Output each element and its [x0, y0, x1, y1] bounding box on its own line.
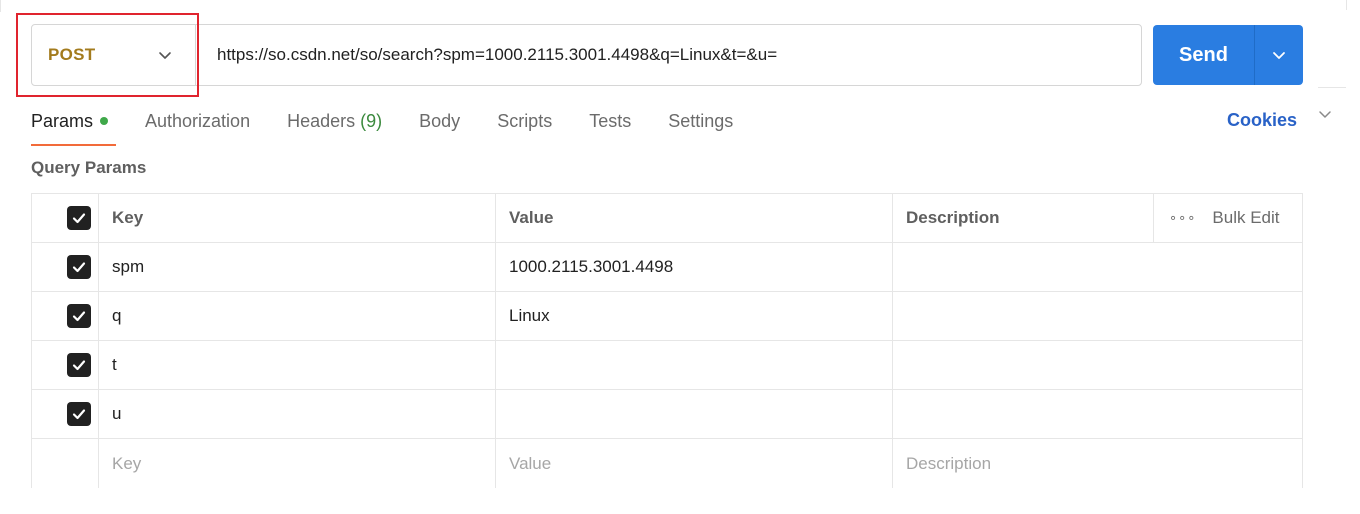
checkmark-icon: [72, 311, 86, 322]
tab-label: Headers: [287, 111, 356, 131]
param-description[interactable]: [893, 292, 1303, 340]
column-header-description: Description: [893, 194, 1154, 242]
new-key-input[interactable]: Key: [99, 439, 496, 488]
headers-count: (9): [360, 111, 383, 131]
params-active-dot-icon: [100, 117, 109, 125]
send-button-group: Send: [1153, 25, 1303, 85]
table-row: q Linux: [32, 292, 1303, 341]
param-value[interactable]: [496, 390, 893, 438]
column-header-key: Key: [99, 194, 496, 242]
request-tabs: Params Authorization Headers (9) Body Sc…: [31, 108, 770, 146]
new-value-input[interactable]: Value: [496, 439, 893, 488]
table-row: u: [32, 390, 1303, 439]
checkmark-icon: [72, 262, 86, 273]
send-button[interactable]: Send: [1153, 25, 1254, 85]
row-check-cell: [32, 390, 99, 438]
section-title: Query Params: [31, 158, 147, 177]
tab-scripts[interactable]: Scripts: [497, 108, 552, 138]
param-description[interactable]: [893, 390, 1303, 438]
param-key[interactable]: spm: [99, 243, 496, 291]
table-row: t: [32, 341, 1303, 390]
tab-authorization[interactable]: Authorization: [145, 108, 250, 138]
method-label: POST: [48, 45, 96, 64]
table-header-row: Key Value Description ∘∘∘ Bulk Edit: [32, 194, 1303, 243]
tab-label: Scripts: [497, 111, 553, 131]
bulk-edit-button[interactable]: ∘∘∘ Bulk Edit: [1154, 194, 1303, 242]
request-bar: POST https://so.csdn.net/so/search?spm=1…: [31, 24, 1142, 86]
chevron-down-icon: [1273, 52, 1285, 59]
select-all-cell: [32, 194, 99, 242]
column-header-value: Value: [496, 194, 893, 242]
table-row: spm 1000.2115.3001.4498: [32, 243, 1303, 292]
tab-label: Body: [419, 111, 461, 131]
row-checkbox[interactable]: [67, 402, 91, 426]
row-check-cell: [32, 439, 99, 488]
tab-params[interactable]: Params: [31, 108, 117, 146]
divider: [1346, 0, 1347, 10]
tab-label: Params: [31, 111, 94, 131]
cookies-link[interactable]: Cookies: [1227, 110, 1297, 131]
param-value[interactable]: [496, 341, 893, 389]
checkmark-icon: [72, 360, 86, 371]
tab-label: Tests: [589, 111, 632, 131]
row-check-cell: [32, 243, 99, 291]
new-param-row: Key Value Description: [32, 439, 1303, 488]
divider: [1318, 87, 1346, 88]
tab-tests[interactable]: Tests: [589, 108, 631, 138]
send-dropdown-button[interactable]: [1255, 25, 1303, 85]
chevron-down-icon: [159, 52, 171, 59]
tab-label: Settings: [668, 111, 734, 131]
row-checkbox[interactable]: [67, 304, 91, 328]
param-value[interactable]: 1000.2115.3001.4498: [496, 243, 893, 291]
row-checkbox[interactable]: [67, 255, 91, 279]
url-input[interactable]: https://so.csdn.net/so/search?spm=1000.2…: [217, 25, 777, 85]
divider: [0, 0, 1, 12]
row-check-cell: [32, 341, 99, 389]
checkmark-icon: [72, 213, 86, 224]
bulk-edit-label: Bulk Edit: [1212, 208, 1280, 227]
method-select[interactable]: POST: [32, 25, 196, 85]
tab-label: Authorization: [145, 111, 251, 131]
param-description[interactable]: [893, 243, 1303, 291]
param-description[interactable]: [893, 341, 1303, 389]
tab-body[interactable]: Body: [419, 108, 460, 138]
chevron-down-icon[interactable]: [1316, 105, 1334, 123]
param-key[interactable]: t: [99, 341, 496, 389]
row-check-cell: [32, 292, 99, 340]
tab-settings[interactable]: Settings: [668, 108, 733, 138]
param-key[interactable]: u: [99, 390, 496, 438]
param-value[interactable]: Linux: [496, 292, 893, 340]
row-checkbox[interactable]: [67, 353, 91, 377]
params-table: Key Value Description ∘∘∘ Bulk Edit spm …: [31, 193, 1303, 488]
param-key[interactable]: q: [99, 292, 496, 340]
new-description-input[interactable]: Description: [893, 439, 1303, 488]
tab-headers[interactable]: Headers (9): [287, 108, 382, 138]
more-horizontal-icon: ∘∘∘: [1169, 210, 1197, 225]
checkmark-icon: [72, 409, 86, 420]
select-all-checkbox[interactable]: [67, 206, 91, 230]
